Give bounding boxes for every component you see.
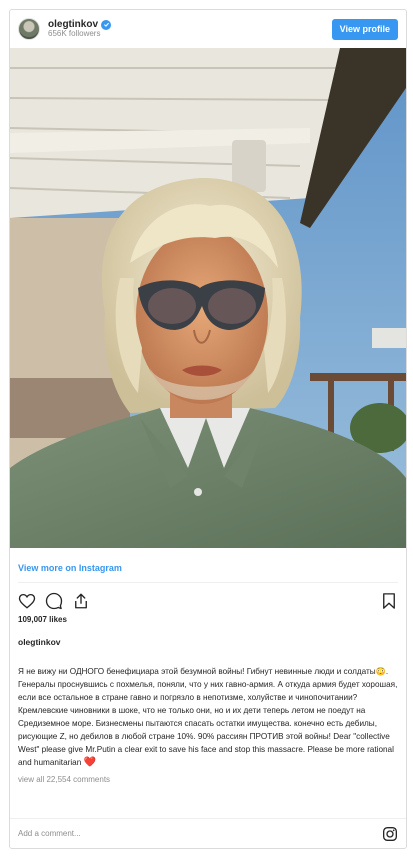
caption-paragraph-1: Я не вижу ни ОДНОГО бенефициара этой без… <box>18 667 389 676</box>
comment-bar <box>10 818 406 848</box>
bookmark-icon[interactable] <box>380 592 398 610</box>
post-caption: Я не вижу ни ОДНОГО бенефициара этой без… <box>10 647 406 769</box>
instagram-embed: olegtinkov 656K followers View profile V… <box>9 9 407 849</box>
post-image <box>10 48 406 548</box>
post-photo[interactable] <box>10 48 406 548</box>
comment-input[interactable] <box>18 829 382 838</box>
post-header: olegtinkov 656K followers View profile <box>10 10 406 48</box>
heart-icon[interactable] <box>18 592 36 610</box>
comment-icon[interactable] <box>45 592 63 610</box>
follower-count: 656K followers <box>48 29 101 39</box>
instagram-icon[interactable] <box>382 826 398 842</box>
view-more-row: View more on Instagram <box>10 548 406 574</box>
avatar[interactable] <box>18 18 40 40</box>
view-more-link[interactable]: View more on Instagram <box>18 563 122 573</box>
verified-badge-icon <box>101 19 112 30</box>
account-info: olegtinkov 656K followers <box>48 19 332 39</box>
action-bar <box>10 583 406 611</box>
view-profile-button[interactable]: View profile <box>331 18 398 40</box>
caption-username[interactable]: olegtinkov <box>10 624 406 647</box>
caption-paragraph-2: Генералы проснувшись с похмелья, поняли,… <box>18 680 398 767</box>
view-comments-link[interactable]: view all 22,554 comments <box>10 769 406 784</box>
red-heart-icon: ❤️ <box>83 757 97 768</box>
share-icon[interactable] <box>72 592 90 610</box>
like-count[interactable]: 109,007 likes <box>10 611 406 624</box>
